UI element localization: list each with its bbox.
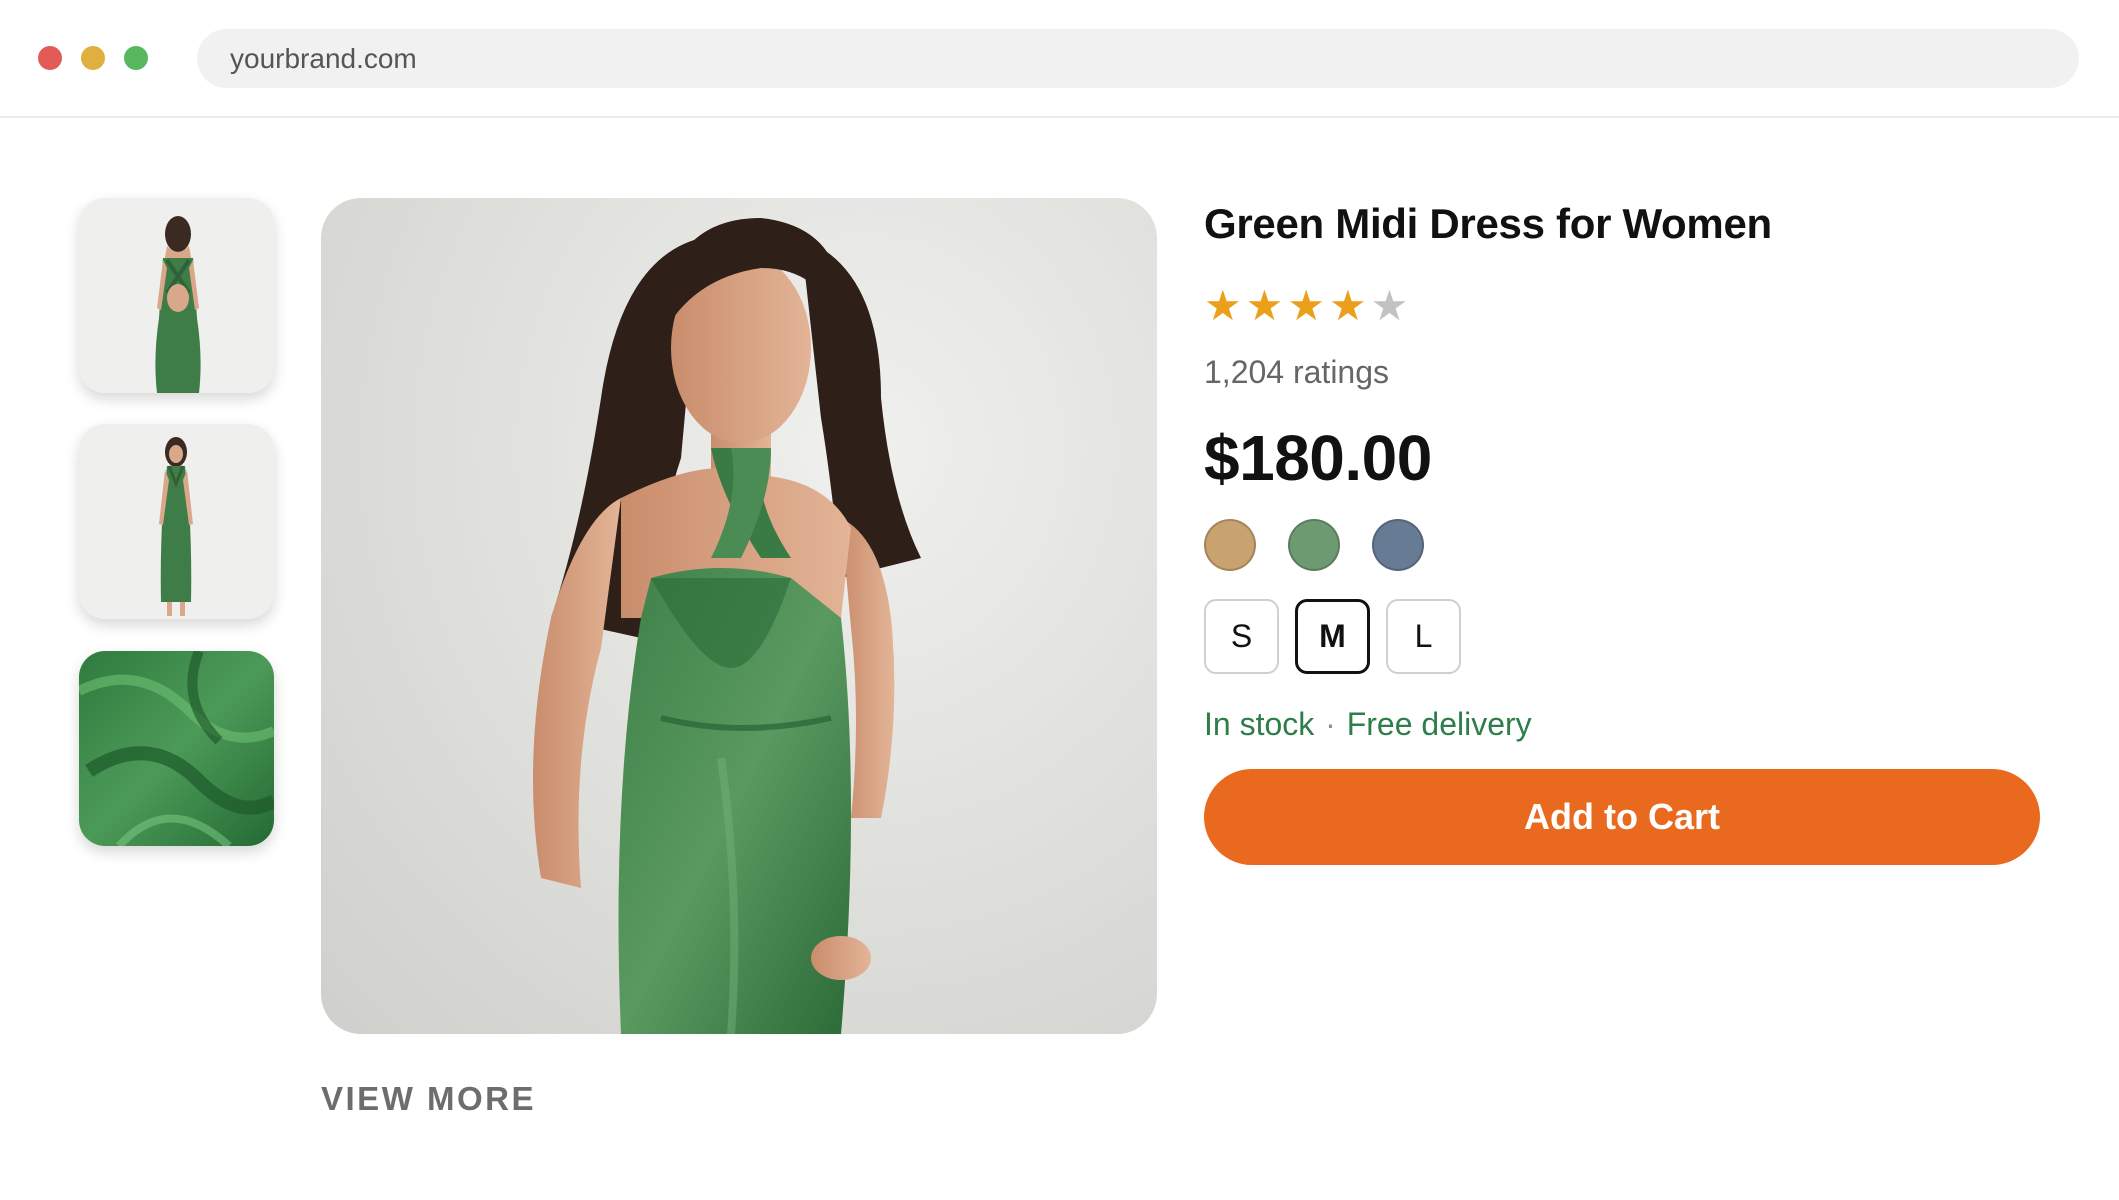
product-price: $180.00 [1204,422,1432,494]
dress-full-length-image [79,424,274,619]
star-filled-icon: ★ [1328,282,1367,329]
size-option-m[interactable]: M [1295,599,1370,674]
view-more-link[interactable]: VIEW MORE [321,1080,536,1118]
star-filled-icon: ★ [1245,282,1284,329]
model-wearing-dress-image [533,218,921,1034]
thumbnail-full-length-view[interactable] [79,424,274,619]
star-rating: ★ ★ ★ ★ ★ [1204,282,2044,330]
color-swatch-tan[interactable] [1204,519,1256,571]
url-text: yourbrand.com [230,42,417,74]
size-selector: S M L [1204,599,2044,674]
add-to-cart-button[interactable]: Add to Cart [1204,769,2040,865]
star-empty-icon: ★ [1370,282,1409,329]
color-swatch-sage[interactable] [1288,519,1340,571]
browser-chrome: yourbrand.com [0,0,2119,118]
product-info-panel: Green Midi Dress for Women ★ ★ ★ ★ ★ 1,2… [1204,198,2044,865]
stock-delivery-status: In stock · Free delivery [1204,706,2044,743]
star-filled-icon: ★ [1204,282,1242,329]
close-window-button[interactable] [38,46,62,70]
dress-back-view-image [79,198,274,393]
thumbnail-back-view[interactable] [79,198,274,393]
address-bar[interactable]: yourbrand.com [197,29,2079,88]
size-option-s[interactable]: S [1204,599,1279,674]
stock-status: In stock [1204,706,1315,742]
minimize-window-button[interactable] [81,46,105,70]
thumbnail-fabric-detail[interactable] [79,651,274,846]
size-option-l[interactable]: L [1386,599,1461,674]
ratings-count: 1,204 ratings [1204,354,1390,390]
color-swatch-slate[interactable] [1372,519,1424,571]
product-title: Green Midi Dress for Women [1204,200,1772,247]
star-filled-icon: ★ [1287,282,1325,329]
status-separator: · [1325,706,1336,742]
main-product-image[interactable] [321,198,1157,1034]
color-swatches [1204,519,2044,571]
maximize-window-button[interactable] [124,46,148,70]
fabric-detail-image [79,651,274,846]
delivery-status: Free delivery [1346,706,1532,742]
